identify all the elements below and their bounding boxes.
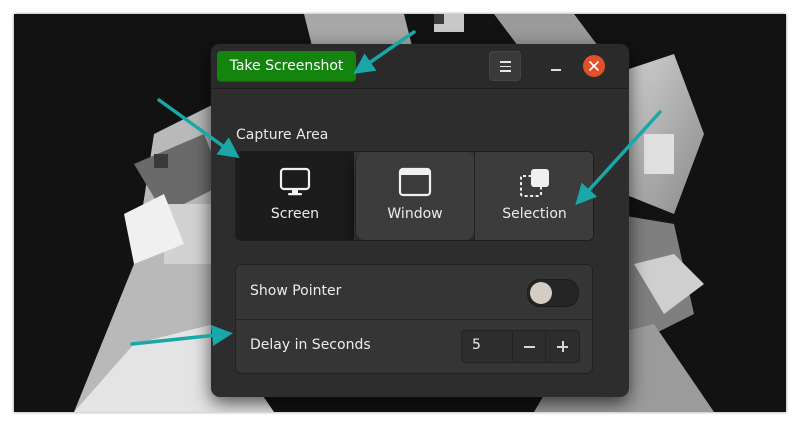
capture-area-heading: Capture Area bbox=[236, 127, 329, 143]
selection-icon bbox=[519, 169, 549, 197]
minus-icon bbox=[524, 346, 535, 348]
capture-selection-option[interactable]: Selection bbox=[474, 152, 593, 240]
increase-delay-button[interactable] bbox=[545, 331, 579, 362]
close-button[interactable] bbox=[583, 55, 605, 77]
toggle-knob bbox=[530, 282, 552, 304]
show-pointer-row: Show Pointer bbox=[236, 265, 592, 320]
delay-spinbutton: 5 bbox=[461, 330, 580, 363]
settings-list: Show Pointer Delay in Seconds 5 bbox=[235, 264, 593, 374]
take-screenshot-button[interactable]: Take Screenshot bbox=[217, 51, 356, 82]
decrease-delay-button[interactable] bbox=[512, 331, 546, 362]
close-icon bbox=[589, 61, 599, 71]
main-menu-button[interactable] bbox=[489, 51, 521, 81]
screenshot-app-window: Take Screenshot Capture Area Screen Wind… bbox=[211, 44, 629, 397]
show-pointer-label: Show Pointer bbox=[250, 283, 342, 299]
delay-label: Delay in Seconds bbox=[250, 337, 371, 353]
delay-value-input[interactable]: 5 bbox=[472, 337, 481, 353]
capture-window-option[interactable]: Window bbox=[355, 152, 474, 240]
capture-option-label: Window bbox=[387, 206, 443, 222]
minimize-button[interactable] bbox=[541, 51, 571, 81]
capture-option-label: Screen bbox=[270, 206, 320, 222]
capture-option-label: Selection bbox=[502, 206, 567, 222]
header-bar: Take Screenshot bbox=[211, 44, 629, 89]
delay-row: Delay in Seconds 5 bbox=[236, 319, 592, 373]
monitor-icon bbox=[279, 167, 311, 196]
hamburger-menu-icon bbox=[500, 61, 511, 75]
capture-area-selector: Screen Window Selection bbox=[235, 151, 594, 241]
screenshot-frame: Take Screenshot Capture Area Screen Wind… bbox=[14, 14, 786, 412]
window-icon bbox=[398, 167, 432, 197]
capture-screen-option[interactable]: Screen bbox=[236, 152, 354, 240]
show-pointer-toggle[interactable] bbox=[527, 279, 579, 307]
minimize-icon bbox=[551, 69, 561, 71]
